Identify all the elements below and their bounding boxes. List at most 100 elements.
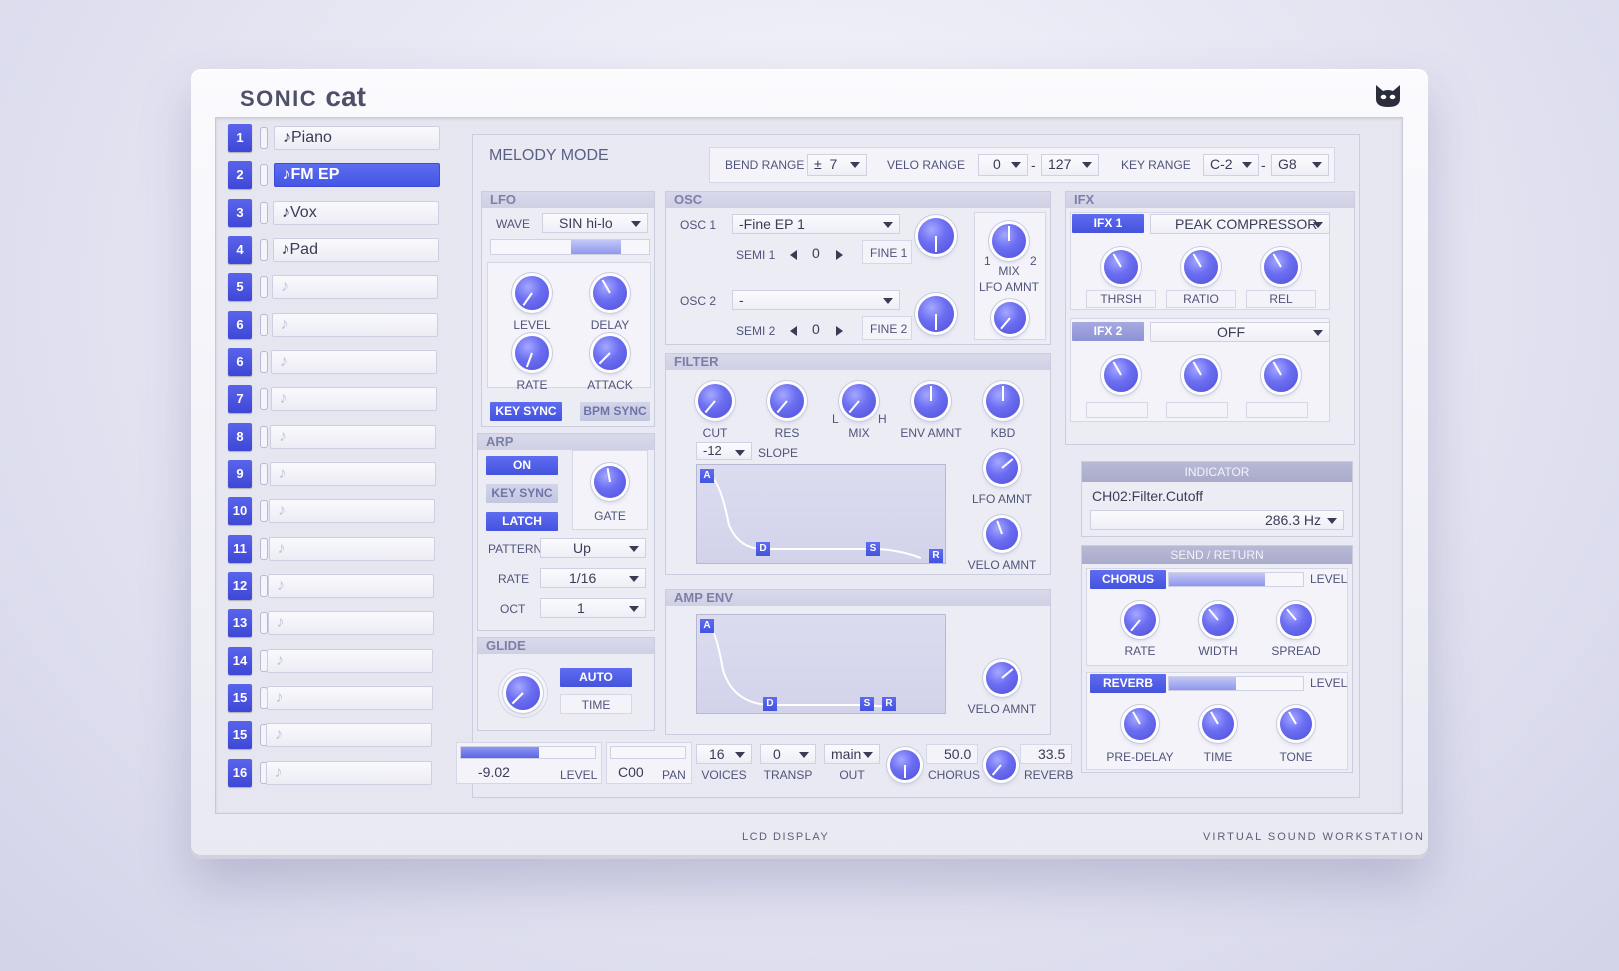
out-select[interactable]: main [824, 744, 880, 764]
channel-program-slot[interactable]: ♪ [266, 723, 432, 747]
channel-link-toggle[interactable] [260, 388, 268, 410]
amp-envelope-graph[interactable]: A D S R [696, 614, 946, 714]
channel-link-toggle[interactable] [260, 351, 268, 373]
channel-link-toggle[interactable] [260, 127, 268, 149]
channel-number[interactable]: 15 [228, 721, 252, 749]
reverb-level-bar[interactable] [1168, 676, 1304, 691]
fine2-knob[interactable] [918, 296, 954, 332]
osc-mix-knob[interactable] [992, 224, 1026, 258]
semi1-increment[interactable] [836, 250, 843, 260]
lfo-rate-knob[interactable] [515, 336, 549, 370]
chorus-button[interactable]: CHORUS [1090, 570, 1166, 589]
channel-link-toggle[interactable] [260, 575, 268, 597]
osc-lfo-amnt-knob[interactable] [994, 302, 1026, 334]
filter-velo-amnt-knob[interactable] [986, 518, 1018, 550]
reverb-button[interactable]: REVERB [1090, 674, 1166, 693]
channel-number[interactable]: 13 [228, 609, 252, 637]
channel-program-slot[interactable]: ♪ [272, 275, 438, 299]
channel-program-slot[interactable]: ♪ [270, 387, 437, 411]
channel-number[interactable]: 1 [228, 124, 252, 152]
filter-env-point-a[interactable]: A [700, 469, 714, 483]
velo-high-select[interactable]: 127 [1041, 154, 1099, 176]
channel-program-slot[interactable]: ♪ [271, 350, 437, 374]
arp-oct-select[interactable]: 1 [540, 598, 646, 618]
arp-key-sync-button[interactable]: KEY SYNC [486, 484, 558, 503]
ifx2-knob-1[interactable] [1104, 358, 1138, 392]
amp-env-point-s[interactable]: S [860, 697, 874, 711]
osc2-select[interactable]: - [732, 290, 900, 310]
amp-env-point-a[interactable]: A [700, 619, 714, 633]
channel-program-slot[interactable]: ♪ [269, 462, 436, 486]
filter-mix-knob[interactable] [842, 384, 876, 418]
ifx1-select[interactable]: PEAK COMPRESSOR [1150, 214, 1330, 234]
filter-env-amnt-knob[interactable] [914, 384, 948, 418]
channel-link-toggle[interactable] [260, 500, 268, 522]
filter-env-point-r[interactable]: R [929, 549, 943, 563]
arp-gate-knob[interactable] [594, 466, 626, 498]
channel-number[interactable]: 5 [228, 273, 252, 301]
chorus-send-knob[interactable] [890, 750, 920, 780]
channel-number[interactable]: 2 [228, 161, 252, 189]
ifx2-knob-3[interactable] [1264, 358, 1298, 392]
channel-link-toggle[interactable] [260, 314, 268, 336]
indicator-value-select[interactable]: 286.3 Hz [1090, 510, 1344, 530]
glide-auto-button[interactable]: AUTO [560, 668, 632, 687]
filter-slope-select[interactable]: -12 [696, 442, 752, 460]
ifx1-button[interactable]: IFX 1 [1072, 214, 1144, 233]
lfo-bpm-sync-button[interactable]: BPM SYNC [580, 402, 650, 421]
amp-velo-amnt-knob[interactable] [986, 662, 1018, 694]
channel-link-toggle[interactable] [260, 239, 268, 261]
key-high-select[interactable]: G8 [1271, 154, 1329, 176]
channel-link-toggle[interactable] [260, 426, 268, 448]
channel-link-toggle[interactable] [260, 202, 268, 224]
channel-number[interactable]: 9 [228, 460, 252, 488]
filter-lfo-amnt-knob[interactable] [986, 452, 1018, 484]
channel-number[interactable]: 7 [228, 385, 252, 413]
channel-number[interactable]: 11 [228, 535, 252, 563]
chorus-rate-knob[interactable] [1124, 604, 1156, 636]
arp-rate-select[interactable]: 1/16 [540, 568, 646, 588]
channel-program-slot[interactable]: ♪Vox [273, 201, 439, 225]
amp-env-point-r[interactable]: R [882, 697, 896, 711]
chorus-level-bar[interactable] [1168, 572, 1304, 587]
channel-number[interactable]: 12 [228, 572, 252, 600]
chorus-width-knob[interactable] [1202, 604, 1234, 636]
reverb-time-knob[interactable] [1202, 708, 1234, 740]
chorus-spread-knob[interactable] [1280, 604, 1312, 636]
ifx2-select[interactable]: OFF [1150, 322, 1330, 342]
channel-program-slot[interactable]: ♪Piano [274, 126, 440, 150]
channel-number[interactable]: 4 [228, 236, 252, 264]
velo-low-select[interactable]: 0 [978, 154, 1028, 176]
arp-pattern-select[interactable]: Up [540, 538, 646, 558]
semi1-decrement[interactable] [790, 250, 797, 260]
lfo-wave-select[interactable]: SIN hi-lo [542, 213, 648, 233]
transp-select[interactable]: 0 [760, 744, 816, 764]
ifx1-rel-knob[interactable] [1264, 250, 1298, 284]
bend-range-select[interactable]: ± 7 [807, 154, 867, 176]
osc1-select[interactable]: -Fine EP 1 [732, 214, 900, 234]
lfo-key-sync-button[interactable]: KEY SYNC [490, 402, 562, 421]
channel-number[interactable]: 16 [228, 759, 252, 787]
reverb-tone-knob[interactable] [1280, 708, 1312, 740]
channel-link-toggle[interactable] [260, 612, 268, 634]
filter-res-knob[interactable] [770, 384, 804, 418]
ifx1-ratio-knob[interactable] [1184, 250, 1218, 284]
channel-number[interactable]: 8 [228, 423, 252, 451]
key-low-select[interactable]: C-2 [1203, 154, 1259, 176]
channel-program-slot[interactable]: ♪ [267, 611, 434, 635]
channel-number[interactable]: 6 [228, 348, 252, 376]
lfo-delay-knob[interactable] [593, 276, 627, 310]
channel-program-slot[interactable]: ♪ [271, 313, 438, 337]
fine1-knob[interactable] [918, 218, 954, 254]
channel-program-slot[interactable]: ♪ [267, 649, 433, 673]
amp-env-point-d[interactable]: D [763, 697, 777, 711]
channel-link-toggle[interactable] [260, 538, 268, 560]
filter-envelope-graph[interactable]: A D S R [696, 464, 946, 564]
channel-number[interactable]: 6 [228, 311, 252, 339]
channel-program-slot[interactable]: ♪ [270, 425, 436, 449]
channel-program-slot[interactable]: ♪FM EP [273, 163, 440, 187]
arp-on-button[interactable]: ON [486, 456, 558, 475]
lfo-level-knob[interactable] [515, 276, 549, 310]
voices-select[interactable]: 16 [696, 744, 752, 764]
channel-program-slot[interactable]: ♪ [268, 537, 435, 561]
